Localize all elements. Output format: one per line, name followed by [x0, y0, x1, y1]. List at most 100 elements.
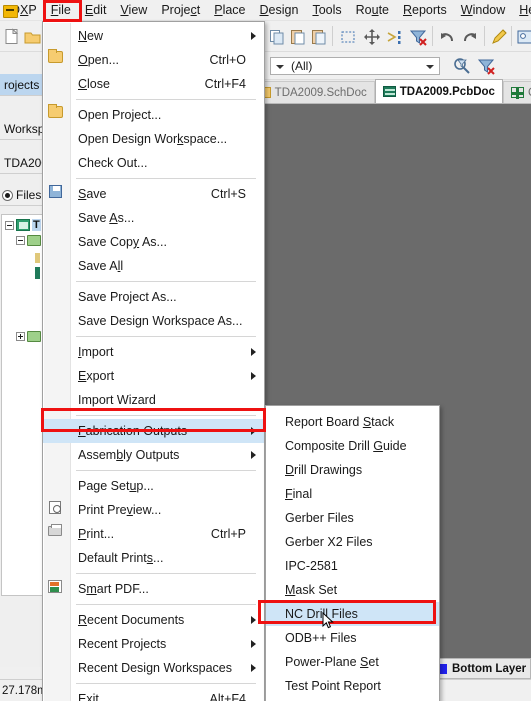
redo-icon[interactable] [460, 27, 480, 47]
menu-separator [76, 470, 256, 471]
paste-special-icon[interactable] [309, 27, 329, 47]
clear-filter-2-icon[interactable] [476, 56, 496, 76]
fabrication-item-nc-drill-files[interactable]: NC Drill Files [266, 602, 439, 626]
fabrication-outputs-submenu[interactable]: Report Board Stack Composite Drill Guide D… [265, 405, 440, 701]
tree-node-folder-1[interactable] [16, 235, 41, 246]
file-menu-item-page-setup[interactable]: Page Setup... [43, 474, 264, 498]
menubar-item-he[interactable]: He [512, 0, 531, 21]
panel-tab-projects[interactable]: rojects [0, 74, 46, 96]
file-menu-item-assembly-outputs[interactable]: Assembly Outputs [43, 443, 264, 467]
file-menu-item-open-project[interactable]: Open Project... [43, 103, 264, 127]
file-menu-item-close[interactable]: Close Ctrl+F4 [43, 72, 264, 96]
menubar-item-view[interactable]: View [113, 0, 154, 21]
file-menu[interactable]: New Open... Ctrl+O Close Ctrl+F4 Open Project… [42, 21, 265, 701]
submenu-arrow-icon [251, 451, 256, 459]
file-menu-item-save-copy-as[interactable]: Save Copy As... [43, 230, 264, 254]
file-menu-item-save-all[interactable]: Save All [43, 254, 264, 278]
file-menu-item-label: New [78, 29, 104, 43]
file-menu-item-recent-documents[interactable]: Recent Documents [43, 608, 264, 632]
file-menu-item-label: Default Prints... [78, 551, 164, 565]
menubar-item-reports[interactable]: Reports [396, 0, 454, 21]
filter-combobox[interactable]: (All) [270, 57, 440, 75]
select-area-icon[interactable] [338, 27, 358, 47]
open-document-icon[interactable] [23, 27, 43, 47]
menubar-item-file[interactable]: File [44, 0, 78, 21]
document-tab-label: TDA2009.SchDoc [274, 86, 367, 99]
browse-components-icon[interactable] [515, 27, 531, 47]
folder-icon [27, 235, 41, 246]
open-project-icon [48, 104, 63, 118]
new-document-icon[interactable] [2, 27, 22, 47]
undo-icon[interactable] [437, 27, 457, 47]
magnify-filter-icon[interactable] [452, 56, 472, 76]
file-menu-item-open-design-workspace[interactable]: Open Design Workspace... [43, 127, 264, 151]
menu-separator [76, 336, 256, 337]
file-menu-item-save-design-workspace-as[interactable]: Save Design Workspace As... [43, 309, 264, 333]
project-tree[interactable]: T [1, 214, 45, 596]
align-icon[interactable] [385, 27, 405, 47]
menubar-item-project[interactable]: Project [154, 0, 207, 21]
document-tab-c[interactable]: C [502, 81, 531, 103]
file-menu-item-save-as[interactable]: Save As... [43, 206, 264, 230]
tree-file-marker-2 [35, 267, 40, 279]
fabrication-item-final[interactable]: Final [266, 482, 439, 506]
menu-separator [76, 683, 256, 684]
file-menu-item-import-wizard[interactable]: Import Wizard [43, 388, 264, 412]
file-menu-item-label: Fabrication Outputs [78, 424, 188, 438]
tree-node-project[interactable]: T [5, 219, 41, 231]
file-menu-item-new[interactable]: New [43, 24, 264, 48]
file-menu-item-export[interactable]: Export [43, 364, 264, 388]
menubar-item-window[interactable]: Window [454, 0, 512, 21]
file-menu-item-save-project-as[interactable]: Save Project As... [43, 285, 264, 309]
file-menu-item-label: Save All [78, 259, 124, 273]
menubar-item-edit[interactable]: Edit [78, 0, 114, 21]
panel-tab-tda2009-label: TDA200 [4, 156, 46, 170]
file-menu-item-fabrication-outputs[interactable]: Fabrication Outputs [43, 419, 264, 443]
radio-icon[interactable] [2, 190, 13, 201]
file-menu-item-default-prints[interactable]: Default Prints... [43, 546, 264, 570]
menubar-item-place[interactable]: Place [207, 0, 252, 21]
fabrication-item-test-point-report[interactable]: Test Point Report [266, 674, 439, 698]
file-menu-item-check-out[interactable]: Check Out... [43, 151, 264, 175]
expander-minus-icon-2[interactable] [16, 236, 25, 245]
file-menu-item-save[interactable]: Save Ctrl+S [43, 182, 264, 206]
fabrication-item-report-board-stack[interactable]: Report Board Stack [266, 410, 439, 434]
expander-minus-icon[interactable] [5, 220, 14, 230]
fabrication-item-drill-drawings[interactable]: Drill Drawings [266, 458, 439, 482]
fabrication-item-odb-files[interactable]: ODB++ Files [266, 626, 439, 650]
menubar-item-route[interactable]: Route [349, 0, 396, 21]
fabrication-item-gerber-files[interactable]: Gerber Files [266, 506, 439, 530]
file-menu-item-recent-projects[interactable]: Recent Projects [43, 632, 264, 656]
paste-icon[interactable] [288, 27, 308, 47]
fabrication-item-gerber-x2-files[interactable]: Gerber X2 Files [266, 530, 439, 554]
fabrication-item-power-plane-set[interactable]: Power-Plane Set [266, 650, 439, 674]
fabrication-item-ipc-2581[interactable]: IPC-2581 [266, 554, 439, 578]
file-menu-item-open[interactable]: Open... Ctrl+O [43, 48, 264, 72]
expander-plus-icon[interactable] [16, 332, 25, 341]
open-folder-icon [48, 49, 63, 63]
menubar-item-design[interactable]: Design [253, 0, 306, 21]
file-menu-item-exit[interactable]: Exit Alt+F4 [43, 687, 264, 701]
file-menu-item-smart-pdf[interactable]: Smart PDF... [43, 577, 264, 601]
layer-indicator[interactable]: Bottom Layer [430, 658, 531, 679]
panel-tab-tda2009[interactable]: TDA200 [0, 152, 46, 174]
toolbar-separator-4 [511, 26, 512, 46]
move-icon[interactable] [362, 27, 382, 47]
file-menu-item-print-preview[interactable]: Print Preview... [43, 498, 264, 522]
toolbar-separator-3 [484, 26, 485, 46]
file-menu-item-shortcut: Ctrl+F4 [204, 77, 246, 91]
file-menu-item-print[interactable]: Print... Ctrl+P [43, 522, 264, 546]
files-radio-row[interactable]: Files [0, 184, 46, 206]
file-menu-item-import[interactable]: Import [43, 340, 264, 364]
menubar-item-tools[interactable]: Tools [305, 0, 348, 21]
copy-icon[interactable] [267, 27, 287, 47]
document-tab-tda2009-schdoc[interactable]: TDA2009.SchDoc [249, 81, 375, 103]
fabrication-item-composite-drill-guide[interactable]: Composite Drill Guide [266, 434, 439, 458]
document-tab-tda2009-pcbdoc[interactable]: TDA2009.PcbDoc [374, 79, 503, 103]
highlight-pen-icon[interactable] [489, 27, 509, 47]
panel-tab-workspace[interactable]: Worksp [0, 118, 46, 140]
file-menu-item-recent-design-workspaces[interactable]: Recent Design Workspaces [43, 656, 264, 680]
clear-filter-icon[interactable] [408, 27, 428, 47]
tree-node-folder-2[interactable] [16, 331, 41, 342]
fabrication-item-mask-set[interactable]: Mask Set [266, 578, 439, 602]
